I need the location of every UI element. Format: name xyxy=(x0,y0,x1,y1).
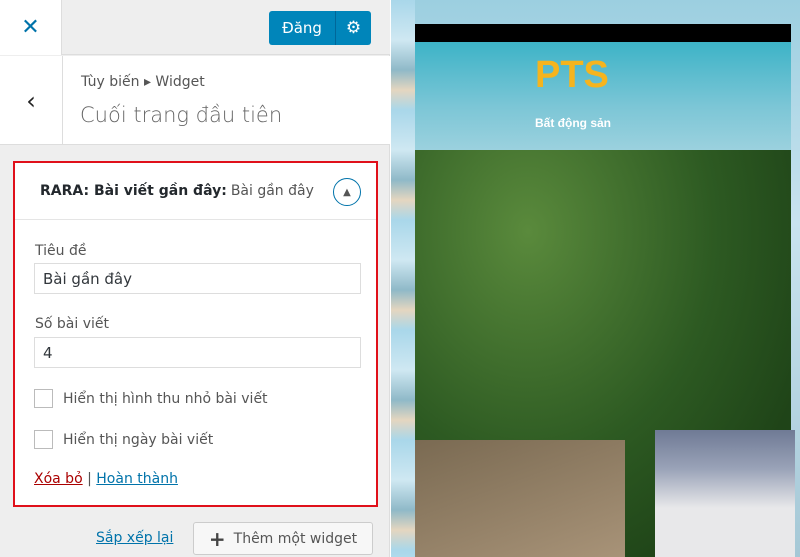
separator: | xyxy=(87,471,92,487)
post-count-input[interactable] xyxy=(34,337,361,368)
chevron-left-icon: ‹ xyxy=(26,86,36,115)
title-label: Tiêu đề xyxy=(35,243,87,259)
widget-title-bar[interactable]: RARA: Bài viết gần đây: Bài gần đây ▲ xyxy=(15,163,376,220)
publish-button[interactable]: Đăng xyxy=(269,11,336,45)
widget-panel: RARA: Bài viết gần đây: Bài gần đây ▲ Ti… xyxy=(13,161,378,507)
hero-image-houses xyxy=(655,430,795,557)
publish-button-group: Đăng ⚙ xyxy=(269,11,371,45)
widget-actions: Xóa bỏ | Hoàn thành xyxy=(34,471,178,487)
add-widget-label: Thêm một widget xyxy=(233,530,358,547)
top-bar xyxy=(415,24,791,42)
widget-subtitle: Bài gần đây xyxy=(230,183,314,199)
site-header: PTS Bất động sản xyxy=(415,42,791,150)
reorder-link[interactable]: Sắp xếp lại xyxy=(96,530,173,546)
show-date-checkbox[interactable] xyxy=(34,430,53,449)
hero-image-soil xyxy=(415,440,625,557)
collapse-toggle[interactable]: ▲ xyxy=(333,178,361,206)
back-button[interactable]: ‹ xyxy=(0,56,63,145)
close-button[interactable]: ✕ xyxy=(0,0,62,55)
background-image-strip xyxy=(391,0,415,557)
plus-icon: + xyxy=(208,526,226,551)
page-title: Cuối trang đầu tiên xyxy=(80,103,283,127)
show-thumbnail-label: Hiển thị hình thu nhỏ bài viết xyxy=(63,391,268,407)
delete-link[interactable]: Xóa bỏ xyxy=(34,471,83,487)
show-date-label: Hiển thị ngày bài viết xyxy=(63,432,214,448)
add-widget-button[interactable]: + Thêm một widget xyxy=(193,522,373,555)
preview-site: PTS Bất động sản xyxy=(415,24,795,557)
show-thumbnail-checkbox[interactable] xyxy=(34,389,53,408)
title-input[interactable] xyxy=(34,263,361,294)
done-link[interactable]: Hoàn thành xyxy=(96,471,178,487)
close-icon: ✕ xyxy=(21,15,40,40)
breadcrumb: Tùy biến ▸ Widget xyxy=(81,74,205,90)
section-header: ‹ Tùy biến ▸ Widget Cuối trang đầu tiên xyxy=(0,56,390,145)
site-tagline: Bất động sản xyxy=(535,116,612,130)
customizer-sidebar: ✕ Đăng ⚙ ‹ Tùy biến ▸ Widget Cuối trang … xyxy=(0,0,390,557)
hero-image xyxy=(415,150,795,557)
widget-title: RARA: Bài viết gần đây: xyxy=(40,183,227,199)
post-count-label: Số bài viết xyxy=(35,316,109,332)
site-preview[interactable]: PTS Bất động sản xyxy=(391,0,800,557)
triangle-up-icon: ▲ xyxy=(343,186,351,198)
publish-settings-button[interactable]: ⚙ xyxy=(336,11,371,45)
site-logo[interactable]: PTS xyxy=(535,54,609,97)
gear-icon: ⚙ xyxy=(345,18,362,38)
customizer-topbar: ✕ Đăng ⚙ xyxy=(0,0,390,55)
